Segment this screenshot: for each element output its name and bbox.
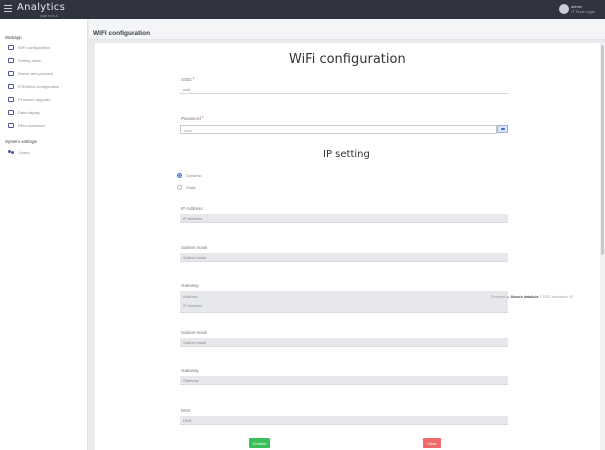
- sidebar-group-webapp: Webapp: [5, 35, 22, 40]
- dns-label: DNS: [181, 408, 191, 413]
- top-bar: Analytics WEB TOOLS admin IT Tech Login: [0, 0, 605, 19]
- radio-static-label: Static: [186, 185, 197, 190]
- sidebar-item-label: IFS/Mesh configuration: [18, 83, 60, 89]
- page-title: WIFI configuration: [93, 30, 151, 37]
- subnet-mask-input[interactable]: Subnet mask: [180, 253, 508, 262]
- sidebar-item-label: Server and protocol: [18, 70, 53, 76]
- avatar[interactable]: [559, 4, 569, 14]
- page-header: WIFI configuration: [89, 19, 605, 40]
- sidebar-item-wifi-configuration[interactable]: WiFi configuration: [8, 43, 86, 51]
- ssid-input[interactable]: ssid: [180, 85, 508, 94]
- sidebar-item-server-protocol[interactable]: Server and protocol: [8, 69, 86, 77]
- sidebar-item-firmware-upgrade[interactable]: Firmware upgrade: [8, 95, 86, 103]
- dns-input[interactable]: DNS: [180, 416, 508, 425]
- ssid-label: SSID*: [181, 77, 195, 83]
- main-card: [95, 43, 600, 450]
- powered-by-text: Powered by Absorb dataAsia © 2021 Innova…: [491, 295, 573, 299]
- radio-dynamic-indicator[interactable]: [177, 173, 182, 178]
- wifi-title: WiFi configuration: [289, 52, 406, 67]
- radio-dynamic-label: Dynamic: [186, 173, 202, 178]
- radio-static-indicator[interactable]: [177, 185, 182, 190]
- app-logo-subtitle: WEB TOOLS: [40, 14, 58, 18]
- gateway-label: Gateway: [181, 283, 199, 288]
- users-icon: [8, 149, 15, 155]
- clear-button[interactable]: Clear: [423, 438, 441, 448]
- sidebar-item-data-display[interactable]: Data display: [8, 108, 86, 116]
- gateway-ip-text: IP Address: [183, 303, 203, 308]
- menu-icon[interactable]: [4, 5, 12, 13]
- app-logo: Analytics: [17, 2, 66, 13]
- gateway-address-text: Address: [183, 294, 198, 299]
- gateway-2-input[interactable]: Gateway: [180, 376, 508, 385]
- subnet-mask-2-input[interactable]: Subnet mask: [180, 338, 508, 347]
- password-input[interactable]: ••••••: [180, 125, 497, 134]
- table-icon: [8, 109, 14, 115]
- confirm-button[interactable]: Confirm: [249, 438, 270, 448]
- user-role: IT Tech Login: [571, 9, 595, 14]
- password-label: Password*: [181, 116, 204, 122]
- sidebar-item-label: Firmware upgrade: [18, 96, 51, 102]
- monitor-icon: [8, 44, 14, 50]
- sidebar-item-label: Setting mesh: [18, 57, 42, 63]
- ip-setting-title: IP setting: [323, 149, 370, 160]
- subnet-mask-label: Subnet mask: [181, 245, 208, 250]
- monitor-icon: [8, 70, 14, 76]
- ip-address-input[interactable]: IP Address: [180, 214, 508, 223]
- subnet-mask-2-label: Subnet mask: [181, 330, 208, 335]
- scrollbar-thumb[interactable]: [601, 45, 604, 255]
- sidebar-item-label: WiFi configuration: [18, 44, 51, 50]
- monitor-icon: [8, 83, 14, 89]
- show-password-button[interactable]: [497, 125, 508, 133]
- sidebar-item-users[interactable]: Users: [8, 148, 86, 156]
- monitor-icon: [8, 57, 14, 63]
- sidebar-item-label: Files download: [18, 122, 45, 128]
- table-icon: [8, 122, 14, 128]
- gateway-input[interactable]: [180, 291, 508, 313]
- sidebar-item-label: Data display: [18, 109, 41, 115]
- sidebar-item-setting-mesh[interactable]: Setting mesh: [8, 56, 86, 64]
- sidebar-item-mesh-configuration[interactable]: IFS/Mesh configuration: [8, 82, 86, 90]
- monitor-icon: [8, 96, 14, 102]
- radio-dynamic[interactable]: Dynamic: [177, 172, 202, 179]
- eye-icon: [500, 128, 505, 130]
- ip-address-label: IP Address: [181, 206, 203, 211]
- sidebar-item-files-download[interactable]: Files download: [8, 121, 86, 129]
- sidebar-item-label: Users: [19, 149, 30, 155]
- sidebar-group-system: System settings: [5, 139, 37, 144]
- radio-static[interactable]: Static: [177, 184, 196, 191]
- gateway-2-label: Gateway: [181, 368, 199, 373]
